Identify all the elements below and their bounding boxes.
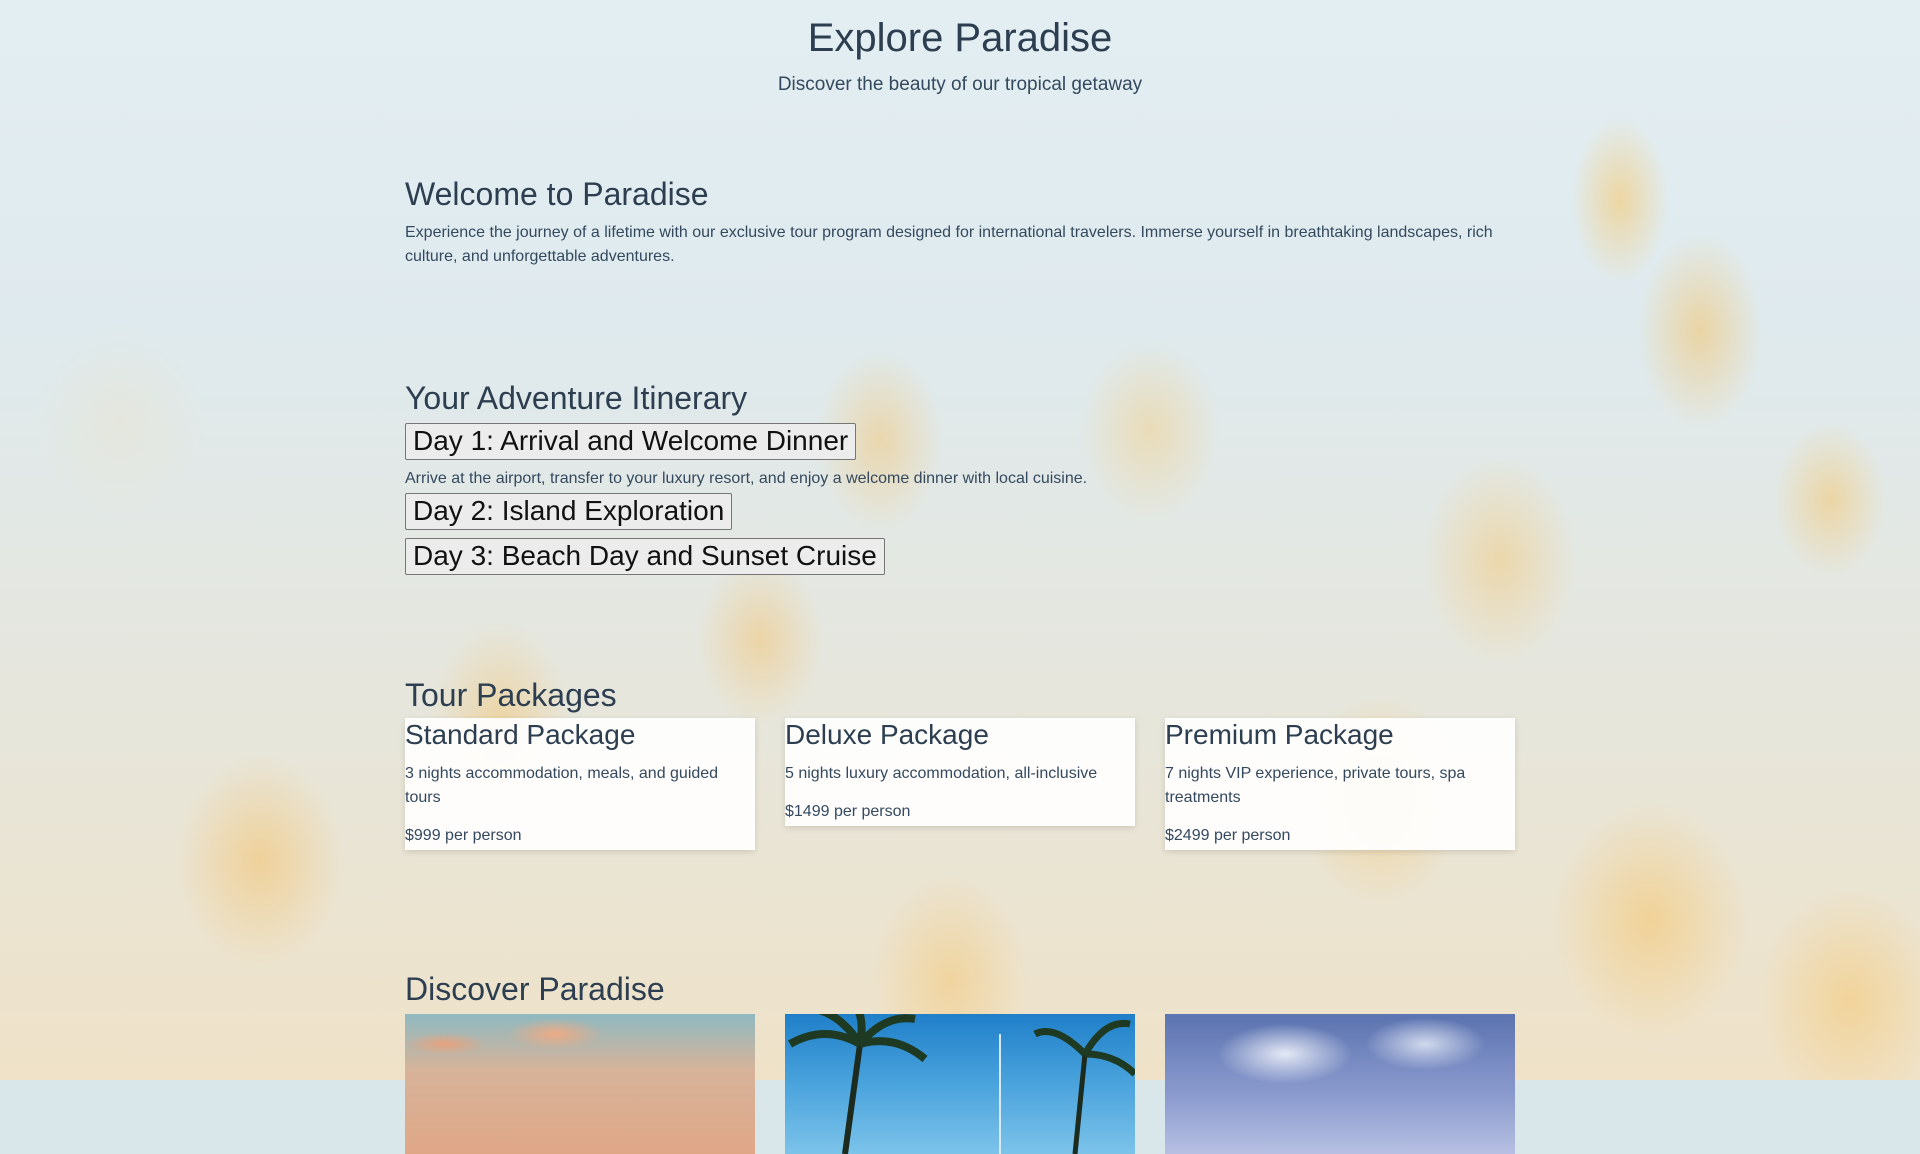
itinerary-day-3: Day 3: Beach Day and Sunset Cruise bbox=[405, 538, 1515, 575]
package-grid: Standard Package 3 nights accommodation,… bbox=[405, 718, 1515, 850]
packages-section: Tour Packages Standard Package 3 nights … bbox=[405, 676, 1515, 850]
package-description: 5 nights luxury accommodation, all-inclu… bbox=[785, 765, 1098, 782]
package-card-deluxe: Deluxe Package 5 nights luxury accommoda… bbox=[785, 718, 1135, 826]
day-1-description: Arrive at the airport, transfer to your … bbox=[405, 470, 1088, 487]
package-name: Premium Package bbox=[1165, 719, 1394, 750]
packages-heading: Tour Packages bbox=[405, 677, 617, 713]
gallery-image-palm-beach bbox=[785, 1014, 1135, 1154]
day-2-toggle-button[interactable]: Day 2: Island Exploration bbox=[405, 493, 733, 530]
package-price: $2499 per person bbox=[1165, 827, 1291, 844]
palm-tree-silhouette bbox=[788, 1014, 1135, 1154]
page-subtitle: Discover the beauty of our tropical geta… bbox=[777, 74, 1143, 95]
package-name: Deluxe Package bbox=[785, 719, 989, 750]
page-content: Explore Paradise Discover the beauty of … bbox=[0, 0, 1920, 1154]
gallery-image-sunset bbox=[405, 1014, 755, 1154]
photo-gallery bbox=[405, 1014, 1515, 1154]
itinerary-heading: Your Adventure Itinerary bbox=[405, 380, 748, 416]
welcome-text: Experience the journey of a lifetime wit… bbox=[405, 224, 1493, 265]
itinerary-day-1: Day 1: Arrival and Welcome Dinner Arrive… bbox=[405, 423, 1515, 489]
day-1-toggle-button[interactable]: Day 1: Arrival and Welcome Dinner bbox=[405, 423, 857, 460]
package-price: $1499 per person bbox=[785, 803, 911, 820]
package-card-standard: Standard Package 3 nights accommodation,… bbox=[405, 718, 755, 850]
itinerary-section: Your Adventure Itinerary Day 1: Arrival … bbox=[405, 379, 1515, 575]
site-header: Explore Paradise Discover the beauty of … bbox=[0, 0, 1920, 96]
package-price: $999 per person bbox=[405, 827, 522, 844]
package-description: 7 nights VIP experience, private tours, … bbox=[1165, 765, 1466, 806]
package-card-premium: Premium Package 7 nights VIP experience,… bbox=[1165, 718, 1515, 850]
welcome-section: Welcome to Paradise Experience the journ… bbox=[405, 175, 1515, 269]
package-name: Standard Package bbox=[405, 719, 636, 750]
discover-section: Discover Paradise bbox=[405, 970, 1515, 1154]
welcome-heading: Welcome to Paradise bbox=[405, 176, 709, 212]
discover-heading: Discover Paradise bbox=[405, 971, 665, 1007]
page-title: Explore Paradise bbox=[807, 16, 1113, 60]
gallery-image-clouds bbox=[1165, 1014, 1515, 1154]
package-description: 3 nights accommodation, meals, and guide… bbox=[405, 765, 719, 806]
itinerary-day-2: Day 2: Island Exploration bbox=[405, 493, 1515, 530]
day-3-toggle-button[interactable]: Day 3: Beach Day and Sunset Cruise bbox=[405, 538, 885, 575]
